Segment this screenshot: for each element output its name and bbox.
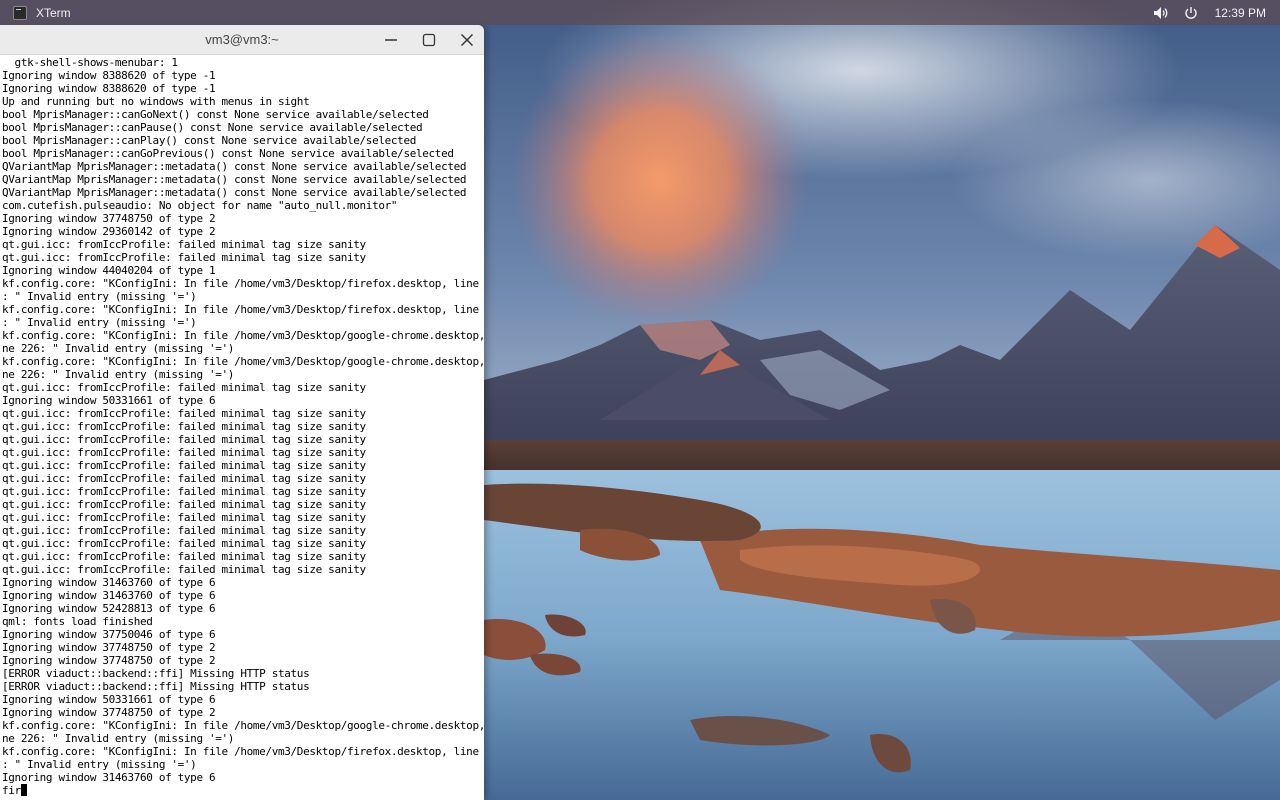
terminal-line: Ignoring window 52428813 of type 6 bbox=[2, 602, 216, 615]
volume-icon[interactable] bbox=[1153, 5, 1169, 21]
terminal-line: bool MprisManager::canPlay() const None … bbox=[2, 134, 416, 147]
terminal-line: Ignoring window 31463760 of type 6 bbox=[2, 589, 216, 602]
terminal-line: qt.gui.icc: fromIccProfile: failed minim… bbox=[2, 563, 366, 576]
terminal-line: kf.config.core: "KConfigIni: In file /ho… bbox=[2, 355, 484, 368]
close-icon bbox=[461, 34, 473, 46]
terminal-line: kf.config.core: "KConfigIni: In file /ho… bbox=[2, 277, 484, 290]
terminal-line: QVariantMap MprisManager::metadata() con… bbox=[2, 186, 467, 199]
terminal-line: bool MprisManager::canGoPrevious() const… bbox=[2, 147, 454, 160]
terminal-line: qt.gui.icc: fromIccProfile: failed minim… bbox=[2, 472, 366, 485]
terminal-line: kf.config.core: "KConfigIni: In file /ho… bbox=[2, 745, 484, 758]
maximize-button[interactable] bbox=[419, 30, 439, 50]
terminal-line: qt.gui.icc: fromIccProfile: failed minim… bbox=[2, 550, 366, 563]
top-panel: XTerm 12:39 PM bbox=[0, 0, 1280, 25]
terminal-line: QVariantMap MprisManager::metadata() con… bbox=[2, 160, 467, 173]
terminal-app-icon[interactable] bbox=[13, 5, 27, 20]
terminal-line: qt.gui.icc: fromIccProfile: failed minim… bbox=[2, 251, 366, 264]
terminal-line: ne 226: " Invalid entry (missing '=') bbox=[2, 368, 235, 381]
terminal-line: Ignoring window 37750046 of type 6 bbox=[2, 628, 216, 641]
terminal-line: qt.gui.icc: fromIccProfile: failed minim… bbox=[2, 537, 366, 550]
terminal-line: qt.gui.icc: fromIccProfile: failed minim… bbox=[2, 485, 366, 498]
terminal-line: Ignoring window 37748750 of type 2 bbox=[2, 641, 216, 654]
terminal-line: qt.gui.icc: fromIccProfile: failed minim… bbox=[2, 446, 366, 459]
window-title: vm3@vm3:~ bbox=[205, 32, 279, 47]
terminal-line: Ignoring window 31463760 of type 6 bbox=[2, 771, 216, 784]
terminal-line: Ignoring window 50331661 of type 6 bbox=[2, 394, 216, 407]
window-titlebar[interactable]: vm3@vm3:~ bbox=[0, 25, 484, 55]
terminal-line: ne 226: " Invalid entry (missing '=') bbox=[2, 732, 235, 745]
terminal-line: Ignoring window 37748750 of type 2 bbox=[2, 654, 216, 667]
clock[interactable]: 12:39 PM bbox=[1215, 6, 1266, 20]
terminal-line: Ignoring window 29360142 of type 2 bbox=[2, 225, 216, 238]
terminal-output[interactable]: gtk-shell-shows-menubar: 1 Ignoring windo… bbox=[0, 55, 484, 800]
terminal-line: QVariantMap MprisManager::metadata() con… bbox=[2, 173, 467, 186]
terminal-line: bool MprisManager::canGoNext() const Non… bbox=[2, 108, 429, 121]
close-button[interactable] bbox=[457, 30, 477, 50]
terminal-line: qml: fonts load finished bbox=[2, 615, 153, 628]
terminal-line: Up and running but no windows with menus… bbox=[2, 95, 310, 108]
terminal-line: Ignoring window 8388620 of type -1 bbox=[2, 69, 216, 82]
terminal-line: Ignoring window 44040204 of type 1 bbox=[2, 264, 216, 277]
minimize-button[interactable] bbox=[381, 30, 401, 50]
terminal-line: Ignoring window 31463760 of type 6 bbox=[2, 576, 216, 589]
terminal-line: Ignoring window 37748750 of type 2 bbox=[2, 212, 216, 225]
terminal-line: Ignoring window 50331661 of type 6 bbox=[2, 693, 216, 706]
terminal-line: : " Invalid entry (missing '=') bbox=[2, 290, 197, 303]
terminal-line: qt.gui.icc: fromIccProfile: failed minim… bbox=[2, 511, 366, 524]
maximize-icon bbox=[422, 33, 436, 47]
terminal-line: qt.gui.icc: fromIccProfile: failed minim… bbox=[2, 498, 366, 511]
terminal-line: kf.config.core: "KConfigIni: In file /ho… bbox=[2, 719, 484, 732]
minimize-icon bbox=[385, 39, 397, 41]
terminal-line: kf.config.core: "KConfigIni: In file /ho… bbox=[2, 303, 484, 316]
power-icon[interactable] bbox=[1183, 5, 1199, 21]
desktop: XTerm 12:39 PM vm3@vm3:~ gtk-shell-shows… bbox=[0, 0, 1280, 800]
terminal-line: qt.gui.icc: fromIccProfile: failed minim… bbox=[2, 238, 366, 251]
terminal-line: qt.gui.icc: fromIccProfile: failed minim… bbox=[2, 381, 366, 394]
terminal-line: ne 226: " Invalid entry (missing '=') bbox=[2, 342, 235, 355]
terminal-prompt-line[interactable]: fir bbox=[2, 784, 484, 797]
active-app-name[interactable]: XTerm bbox=[36, 6, 71, 20]
terminal-line: qt.gui.icc: fromIccProfile: failed minim… bbox=[2, 420, 366, 433]
terminal-line: qt.gui.icc: fromIccProfile: failed minim… bbox=[2, 459, 366, 472]
terminal-line: bool MprisManager::canPause() const None… bbox=[2, 121, 423, 134]
terminal-line: com.cutefish.pulseaudio: No object for n… bbox=[2, 199, 398, 212]
terminal-line: gtk-shell-shows-menubar: 1 bbox=[2, 56, 178, 69]
terminal-line: : " Invalid entry (missing '=') bbox=[2, 758, 197, 771]
system-tray: 12:39 PM bbox=[1153, 5, 1266, 21]
terminal-line: [ERROR viaduct::backend::ffi] Missing HT… bbox=[2, 680, 310, 693]
terminal-line: Ignoring window 37748750 of type 2 bbox=[2, 706, 216, 719]
terminal-line: qt.gui.icc: fromIccProfile: failed minim… bbox=[2, 407, 366, 420]
terminal-line: Ignoring window 8388620 of type -1 bbox=[2, 82, 216, 95]
text-cursor bbox=[20, 784, 27, 796]
terminal-line: : " Invalid entry (missing '=') bbox=[2, 316, 197, 329]
terminal-line: [ERROR viaduct::backend::ffi] Missing HT… bbox=[2, 667, 310, 680]
terminal-line: kf.config.core: "KConfigIni: In file /ho… bbox=[2, 329, 484, 342]
terminal-line: qt.gui.icc: fromIccProfile: failed minim… bbox=[2, 433, 366, 446]
xterm-window[interactable]: vm3@vm3:~ gtk-shell-shows-menubar: 1 Igno… bbox=[0, 25, 484, 800]
terminal-input-text[interactable]: fir bbox=[2, 784, 21, 797]
terminal-line: qt.gui.icc: fromIccProfile: failed minim… bbox=[2, 524, 366, 537]
